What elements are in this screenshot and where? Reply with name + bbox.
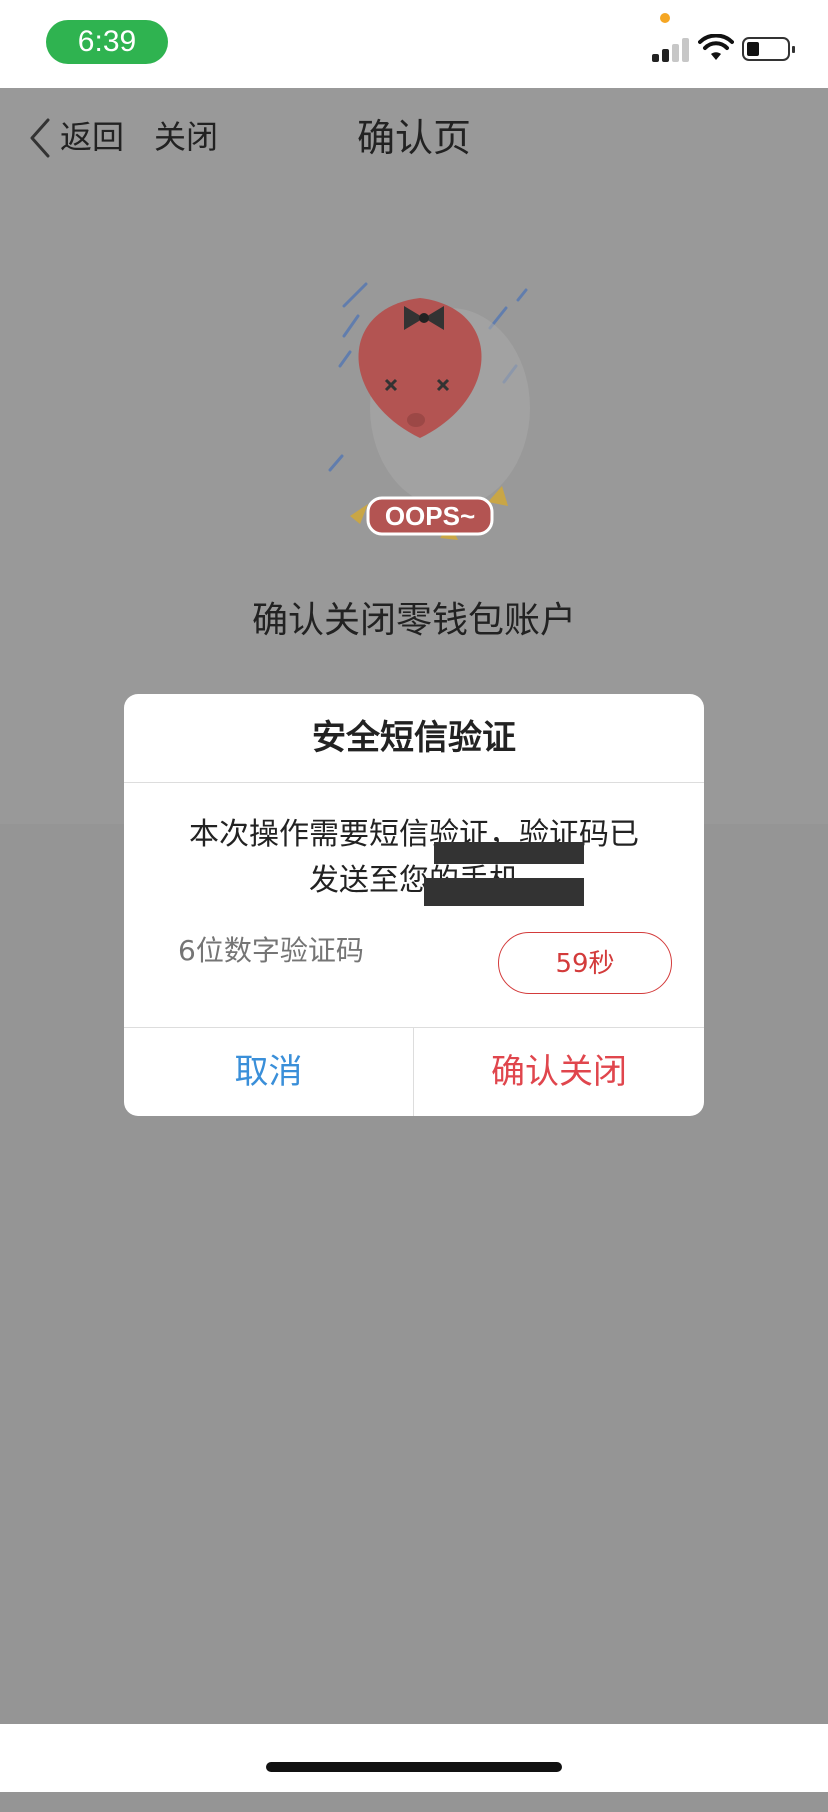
page-title: 确认页: [356, 116, 471, 160]
wifi-icon: [698, 34, 734, 60]
signal-icon: [652, 36, 692, 62]
dialog-divider: [124, 782, 704, 783]
bottom-safe-area: [0, 1724, 828, 1792]
redaction-mask: [424, 878, 584, 906]
sms-verification-dialog: 安全短信验证 本次操作需要短信验证，验证码已 发送至您的手机 59秒 取消 确认…: [124, 694, 704, 1116]
status-bar: 6:39: [0, 0, 828, 88]
resend-countdown-button[interactable]: 59秒: [498, 932, 672, 994]
status-time: 6:39: [46, 20, 168, 64]
dialog-title: 安全短信验证: [312, 718, 516, 758]
battery-icon: [742, 37, 795, 61]
confirm-close-headline: 确认关闭零钱包账户: [251, 600, 576, 641]
oops-balloon-illustration: OOPS~: [328, 282, 530, 540]
dialog-message-line1: 本次操作需要短信验证，验证码已: [189, 817, 639, 852]
home-indicator[interactable]: [266, 1762, 562, 1772]
confirm-close-button[interactable]: 确认关闭: [414, 1028, 704, 1116]
dialog-message: 本次操作需要短信验证，验证码已 发送至您的手机: [164, 812, 664, 904]
oops-badge-text: OOPS~: [385, 501, 475, 531]
dialog-message-line2: 发送至您的手机: [309, 863, 519, 898]
cancel-button[interactable]: 取消: [124, 1028, 413, 1116]
privacy-indicator-dot: [660, 13, 670, 23]
redaction-mask: [434, 842, 584, 864]
sms-code-input[interactable]: [178, 926, 478, 976]
